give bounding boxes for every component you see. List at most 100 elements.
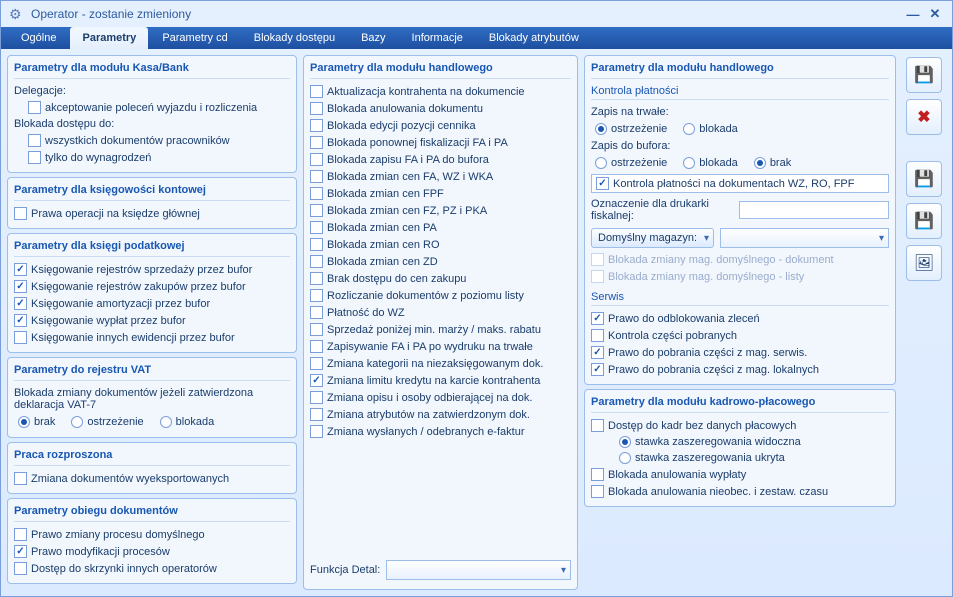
checkbox[interactable] — [591, 485, 604, 498]
list-item: Zmiana opisu i osoby odbierającej na dok… — [310, 389, 571, 406]
checkbox-label: Księgowanie innych ewidencji przez bufor — [31, 332, 235, 344]
checkbox[interactable] — [28, 151, 41, 164]
disk-icon: 💾 — [914, 65, 934, 85]
checkbox[interactable] — [591, 329, 604, 342]
checkbox-label: Blokada zmian cen ZD — [327, 256, 438, 268]
group-handlowy-ext: Parametry dla modułu handlowego Kontrola… — [584, 55, 896, 385]
checkbox[interactable] — [310, 119, 323, 132]
radio-trwale-ostrz[interactable] — [595, 123, 607, 135]
checkbox-label: Dostęp do kadr bez danych płacowych — [608, 420, 796, 432]
checkbox[interactable] — [14, 297, 27, 310]
tab-parametry[interactable]: Parametry — [70, 27, 148, 49]
checkbox-label: Prawo do odblokowania zleceń — [608, 313, 760, 325]
list-item: Blokada ponownej fiskalizacji FA i PA — [310, 134, 571, 151]
checkbox[interactable] — [14, 207, 27, 220]
group-ksiega-podatkowa: Parametry dla księgi podatkowej Księgowa… — [7, 233, 297, 353]
checkbox[interactable] — [591, 312, 604, 325]
checkbox[interactable] — [310, 408, 323, 421]
funkcja-detal-label: Funkcja Detal: — [310, 564, 380, 576]
group-title: Parametry do rejestru VAT — [14, 362, 290, 381]
tab-blokady-atrybutow[interactable]: Blokady atrybutów — [477, 27, 591, 49]
checkbox[interactable] — [310, 289, 323, 302]
minimize-button[interactable]: — — [904, 5, 922, 23]
action-button-2[interactable]: 💾 — [906, 203, 942, 239]
checkbox-kontrola-wz[interactable] — [596, 177, 609, 190]
checkbox[interactable] — [14, 472, 27, 485]
checkbox[interactable] — [310, 238, 323, 251]
group-title: Parametry dla modułu kadrowo-płacowego — [591, 394, 889, 413]
checkbox[interactable] — [310, 340, 323, 353]
checkbox[interactable] — [310, 102, 323, 115]
radio-label: stawka zaszeregowania ukryta — [635, 452, 785, 464]
checkbox-label: Płatność do WZ — [327, 307, 405, 319]
checkbox[interactable] — [310, 170, 323, 183]
checkbox[interactable] — [14, 528, 27, 541]
action-button-3[interactable]: 🖼 — [906, 245, 942, 281]
tab-parametry-cd[interactable]: Parametry cd — [150, 27, 239, 49]
checkbox[interactable] — [310, 306, 323, 319]
checkbox[interactable] — [310, 323, 323, 336]
checkbox[interactable] — [310, 425, 323, 438]
checkbox[interactable] — [14, 562, 27, 575]
checkbox[interactable] — [591, 419, 604, 432]
checkbox[interactable] — [310, 85, 323, 98]
funkcja-detal-dropdown[interactable] — [386, 560, 571, 580]
checkbox[interactable] — [14, 263, 27, 276]
radio-label: ostrzeżenie — [611, 157, 667, 169]
checkbox[interactable] — [310, 357, 323, 370]
tab-blokady-dostepu[interactable]: Blokady dostępu — [242, 27, 347, 49]
checkbox[interactable] — [28, 134, 41, 147]
close-button[interactable]: ✕ — [926, 5, 944, 23]
checkbox[interactable] — [310, 272, 323, 285]
checkbox[interactable] — [310, 221, 323, 234]
tab-ogolne[interactable]: Ogólne — [9, 27, 68, 49]
radio-stawka-widoczna[interactable] — [619, 436, 631, 448]
domyslny-magazyn-button[interactable]: Domyślny magazyn: — [591, 228, 714, 248]
checkbox[interactable] — [310, 204, 323, 217]
tab-informacje[interactable]: Informacje — [400, 27, 475, 49]
label-zapis-trwale: Zapis na trwałe: — [591, 104, 889, 120]
radio-blokada[interactable] — [160, 416, 172, 428]
label-delegacje: Delegacje: — [14, 83, 290, 99]
cancel-button[interactable]: ✖ — [906, 99, 942, 135]
group-title: Parametry dla modułu handlowego — [591, 60, 889, 79]
radio-brak[interactable] — [18, 416, 30, 428]
checkbox[interactable] — [310, 153, 323, 166]
list-item: Zmiana limitu kredytu na karcie kontrahe… — [310, 372, 571, 389]
radio-bufor-brak[interactable] — [754, 157, 766, 169]
checkbox[interactable] — [14, 545, 27, 558]
radio-trwale-blok[interactable] — [683, 123, 695, 135]
oznaczenie-input[interactable] — [739, 201, 889, 219]
checkbox[interactable] — [14, 314, 27, 327]
checkbox[interactable] — [14, 280, 27, 293]
checkbox[interactable] — [591, 363, 604, 376]
checkbox[interactable] — [310, 391, 323, 404]
checkbox-label: Blokada zmiany mag. domyślnego - listy — [608, 271, 804, 283]
checkbox-label: Sprzedaż poniżej min. marży / maks. raba… — [327, 324, 541, 336]
domyslny-magazyn-dropdown[interactable] — [720, 228, 889, 248]
group-title: Parametry dla księgi podatkowej — [14, 238, 290, 257]
checkbox[interactable] — [310, 136, 323, 149]
checkbox[interactable] — [310, 255, 323, 268]
checkbox[interactable] — [14, 331, 27, 344]
label-zapis-bufor: Zapis do bufora: — [591, 138, 889, 154]
checkbox[interactable] — [28, 101, 41, 114]
radio-bufor-blok[interactable] — [683, 157, 695, 169]
sidebar-actions: 💾 ✖ 💾 💾 🖼 — [902, 55, 946, 590]
checkbox[interactable] — [310, 187, 323, 200]
action-button-1[interactable]: 💾 — [906, 161, 942, 197]
list-item: Blokada anulowania dokumentu — [310, 100, 571, 117]
list-item: Blokada zmian cen FZ, PZ i PKA — [310, 202, 571, 219]
column-1: Parametry dla modułu Kasa/Bank Delegacje… — [7, 55, 297, 590]
tab-bazy[interactable]: Bazy — [349, 27, 397, 49]
radio-label: blokada — [176, 416, 215, 428]
radio-stawka-ukryta[interactable] — [619, 452, 631, 464]
checkbox-label: Kontrola płatności na dokumentach WZ, RO… — [613, 178, 855, 190]
save-button[interactable]: 💾 — [906, 57, 942, 93]
checkbox[interactable] — [591, 468, 604, 481]
checkbox[interactable] — [310, 374, 323, 387]
checkbox-label: Blokada zmian cen FPF — [327, 188, 444, 200]
checkbox[interactable] — [591, 346, 604, 359]
radio-ostrzezenie[interactable] — [71, 416, 83, 428]
radio-bufor-ostrz[interactable] — [595, 157, 607, 169]
